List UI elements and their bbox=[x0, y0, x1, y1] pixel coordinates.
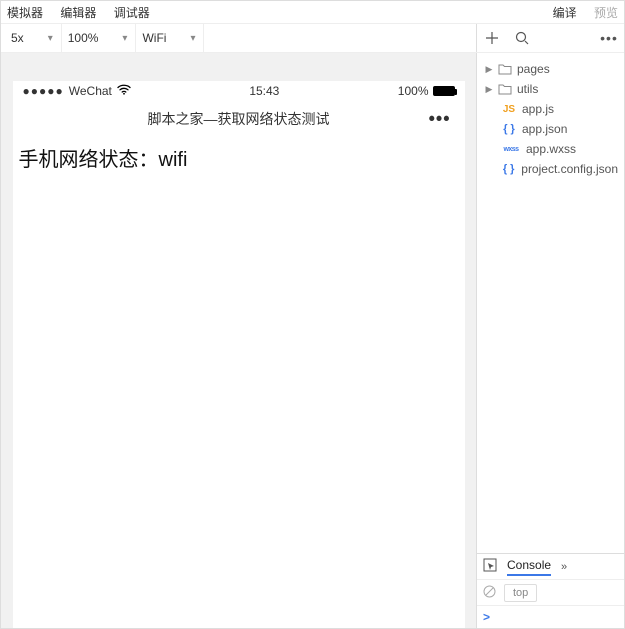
file-item[interactable]: { } project.config.json bbox=[481, 159, 620, 179]
chevron-down-icon: ▾ bbox=[190, 33, 195, 44]
inspect-button[interactable] bbox=[483, 558, 497, 575]
status-bar: ●●●●● WeChat 15:43 100% bbox=[13, 81, 465, 101]
tab-editor[interactable]: 编辑器 bbox=[60, 6, 96, 20]
signal-icon: ●●●●● bbox=[23, 84, 64, 98]
main-row: ●●●●● WeChat 15:43 100% 脚本之家—获取网络状态测试 ••… bbox=[1, 53, 624, 628]
top-menu: 模拟器 编辑器 调试器 编译 预览 bbox=[1, 1, 624, 23]
toolbar-right: ••• bbox=[476, 24, 624, 52]
carrier-label: WeChat bbox=[69, 84, 112, 98]
toolbar: 5x ▾ 100% ▾ WiFi ▾ ••• bbox=[1, 23, 624, 53]
nav-title: 脚本之家—获取网络状态测试 bbox=[148, 109, 330, 129]
right-column: ▶ pages ▶ utilsJS app.js { } app.json wxss app.w… bbox=[476, 53, 624, 628]
simulator-column: ●●●●● WeChat 15:43 100% 脚本之家—获取网络状态测试 ••… bbox=[1, 53, 476, 628]
add-button[interactable] bbox=[477, 23, 507, 53]
more-icon: ••• bbox=[600, 30, 618, 46]
tab-debugger[interactable]: 调试器 bbox=[114, 6, 150, 20]
tabs-overflow-button[interactable]: » bbox=[561, 561, 567, 573]
inspect-icon bbox=[483, 558, 497, 572]
status-left: ●●●●● WeChat bbox=[23, 84, 131, 98]
console-tabs: Console » bbox=[477, 554, 624, 580]
preview-button[interactable]: 预览 bbox=[594, 6, 618, 20]
console-panel: Console » top > bbox=[477, 553, 624, 628]
top-menu-left: 模拟器 编辑器 调试器 bbox=[7, 4, 164, 21]
more-button[interactable]: ••• bbox=[594, 23, 624, 53]
file-label: app.json bbox=[522, 122, 567, 136]
network-value: WiFi bbox=[142, 31, 166, 45]
prompt-icon: > bbox=[483, 610, 490, 624]
clear-button[interactable] bbox=[483, 585, 496, 601]
file-label: app.js bbox=[522, 102, 554, 116]
top-menu-right: 编译 预览 bbox=[539, 4, 618, 21]
chevron-right-icon: ▶ bbox=[485, 64, 493, 75]
console-tab[interactable]: Console bbox=[507, 558, 551, 576]
folder-icon bbox=[498, 63, 512, 75]
folder-item[interactable]: ▶ utils bbox=[481, 79, 620, 99]
device-scale-value: 5x bbox=[11, 31, 24, 45]
file-tree: ▶ pages ▶ utilsJS app.js { } app.json wxss app.w… bbox=[477, 53, 624, 553]
toolbar-left: 5x ▾ 100% ▾ WiFi ▾ bbox=[1, 24, 476, 52]
file-item[interactable]: JS app.js bbox=[481, 99, 620, 119]
file-type-icon: { } bbox=[501, 163, 516, 175]
nav-bar: 脚本之家—获取网络状态测试 ••• bbox=[13, 101, 465, 137]
network-select[interactable]: WiFi ▾ bbox=[136, 24, 204, 52]
folder-label: pages bbox=[517, 62, 550, 76]
console-input[interactable]: > bbox=[477, 606, 624, 628]
compile-button[interactable]: 编译 bbox=[553, 6, 577, 20]
chevron-down-icon: ▾ bbox=[48, 33, 53, 44]
status-time: 15:43 bbox=[249, 84, 279, 98]
context-select[interactable]: top bbox=[504, 584, 537, 602]
search-icon bbox=[515, 31, 529, 45]
chevron-down-icon: ▾ bbox=[122, 33, 127, 44]
network-status-text: 手机网络状态：wifi bbox=[19, 149, 188, 171]
file-label: app.wxss bbox=[526, 142, 576, 156]
battery-pct: 100% bbox=[398, 84, 429, 98]
console-filter-row: top bbox=[477, 580, 624, 606]
zoom-select[interactable]: 100% ▾ bbox=[62, 24, 137, 52]
status-right: 100% bbox=[398, 84, 455, 98]
device-frame: ●●●●● WeChat 15:43 100% 脚本之家—获取网络状态测试 ••… bbox=[13, 81, 465, 628]
search-button[interactable] bbox=[507, 23, 537, 53]
file-type-icon: { } bbox=[501, 123, 517, 135]
zoom-value: 100% bbox=[68, 31, 99, 45]
device-scale-select[interactable]: 5x ▾ bbox=[5, 24, 62, 52]
folder-item[interactable]: ▶ pages bbox=[481, 59, 620, 79]
file-type-icon: wxss bbox=[501, 146, 521, 153]
battery-icon bbox=[433, 86, 455, 96]
clear-icon bbox=[483, 585, 496, 598]
nav-more-button[interactable]: ••• bbox=[429, 109, 451, 130]
folder-label: utils bbox=[517, 82, 538, 96]
chevron-right-icon: ▶ bbox=[485, 84, 493, 95]
folder-icon bbox=[498, 83, 512, 95]
plus-icon bbox=[485, 31, 499, 45]
tab-simulator[interactable]: 模拟器 bbox=[7, 6, 43, 20]
file-item[interactable]: { } app.json bbox=[481, 119, 620, 139]
wifi-icon bbox=[117, 84, 131, 98]
file-type-icon: JS bbox=[501, 104, 517, 115]
file-label: project.config.json bbox=[521, 162, 618, 176]
file-item[interactable]: wxss app.wxss bbox=[481, 139, 620, 159]
page-content: 手机网络状态：wifi bbox=[13, 137, 465, 178]
